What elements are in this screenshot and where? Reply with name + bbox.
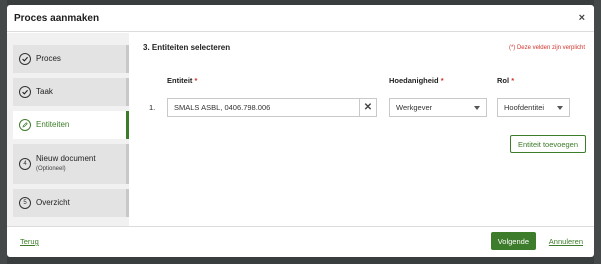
backdrop-right (594, 0, 601, 264)
role-select[interactable]: Hoofdentitei (497, 98, 570, 117)
check-icon (19, 53, 31, 65)
step-nieuw-document[interactable]: 4 Nieuw document (Optioneel) (13, 144, 129, 184)
content-header: 3. Entiteiten selecteren (*) Deze velden… (143, 43, 585, 52)
section-title: 3. Entiteiten selecteren (143, 43, 231, 52)
column-entity: Entiteit * (167, 76, 198, 85)
chevron-down-icon (557, 106, 563, 110)
step-label: Overzicht (36, 198, 70, 207)
entity-table-header: Entiteit * Hoedanigheid * Rol * (143, 76, 585, 88)
modal-title: Proces aanmaken (14, 12, 100, 24)
step-taak[interactable]: Taak (13, 78, 129, 106)
column-role-type: Hoedanigheid * (389, 76, 444, 85)
step-number: 5 (19, 197, 31, 209)
modal-body: Proces Taak Entiteiten 4 Nieuw document … (7, 33, 594, 226)
wizard-steps: Proces Taak Entiteiten 4 Nieuw document … (7, 33, 129, 226)
step-label: Taak (36, 87, 53, 96)
step-content: 3. Entiteiten selecteren (*) Deze velden… (129, 33, 594, 226)
create-process-modal: Proces aanmaken × Proces Taak Entiteiten… (7, 5, 594, 257)
step-sublabel: (Optioneel) (36, 166, 66, 172)
step-label-text: Nieuw document (36, 154, 96, 163)
step-label: Nieuw document (Optioneel) (36, 154, 96, 174)
role-value: Hoofdentitei (504, 103, 545, 112)
modal-header: Proces aanmaken × (7, 5, 594, 32)
check-icon (19, 86, 31, 98)
chevron-down-icon (474, 106, 480, 110)
role-type-select[interactable]: Werkgever (389, 98, 487, 117)
row-number: 1. (149, 103, 156, 112)
step-entiteiten[interactable]: Entiteiten (13, 111, 129, 139)
back-link[interactable]: Terug (20, 237, 39, 246)
step-overzicht[interactable]: 5 Overzicht (13, 189, 129, 217)
pencil-icon (19, 119, 31, 131)
entity-input[interactable]: SMALS ASBL, 0406.798.006 (167, 98, 367, 117)
cancel-link[interactable]: Annuleren (549, 237, 583, 246)
backdrop-left (0, 0, 7, 264)
step-number: 4 (19, 158, 31, 170)
clear-entity-icon[interactable]: ✕ (359, 98, 377, 117)
close-icon[interactable]: × (579, 12, 585, 24)
required-note: (*) Deze velden zijn verplicht (508, 44, 585, 51)
step-label: Entiteiten (36, 120, 70, 129)
column-role: Rol * (497, 76, 515, 85)
modal-footer: Terug Volgende Annuleren (7, 226, 594, 257)
next-button[interactable]: Volgende (490, 232, 536, 250)
role-type-value: Werkgever (396, 103, 433, 112)
entity-row: 1. SMALS ASBL, 0406.798.006 ✕ Werkgever … (143, 98, 585, 118)
step-label: Proces (36, 54, 61, 63)
step-proces[interactable]: Proces (13, 45, 129, 73)
add-entity-button[interactable]: Entiteit toevoegen (509, 135, 586, 153)
